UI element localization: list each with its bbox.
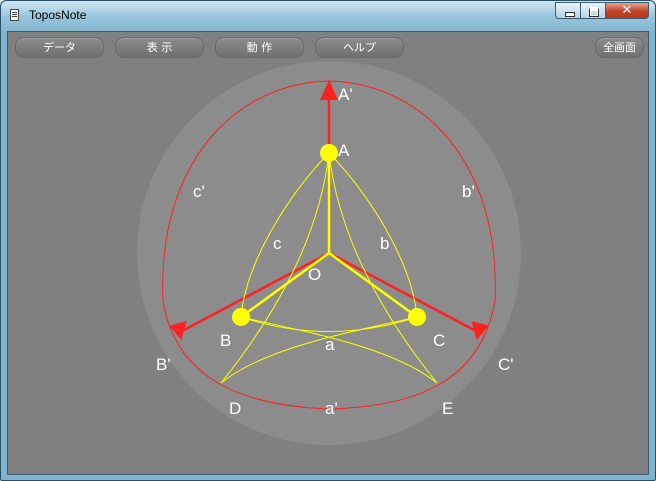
canvas-area[interactable]: データ 表 示 動 作 ヘルプ 全画面 A' A O c b B C a B' …	[7, 31, 649, 475]
window-title: ToposNote	[29, 8, 87, 22]
point-b[interactable]	[232, 308, 250, 326]
close-button[interactable]: ✕	[605, 2, 649, 19]
label-d: D	[229, 399, 241, 418]
label-a-edge: a	[325, 335, 335, 354]
window-controls: ✕	[555, 2, 649, 19]
point-a[interactable]	[320, 144, 338, 162]
label-c: c	[273, 234, 282, 253]
app-window: ToposNote ✕ データ 表 示 動 作 ヘルプ 全画面 A' A O c…	[0, 0, 656, 481]
minimize-button[interactable]	[555, 2, 581, 19]
maximize-icon	[581, 3, 605, 18]
label-b: b	[380, 234, 389, 253]
title-bar[interactable]: ToposNote ✕	[1, 1, 655, 31]
minimize-icon	[556, 3, 580, 18]
label-a: A	[338, 141, 350, 160]
label-b-prime-arc: b'	[462, 182, 475, 201]
label-a-prime-arc: a'	[325, 399, 338, 418]
label-c-vertex: C	[433, 331, 445, 350]
label-c-prime: C'	[498, 355, 514, 374]
maximize-button[interactable]	[580, 2, 606, 19]
label-e: E	[442, 399, 453, 418]
label-a-prime: A'	[338, 85, 353, 104]
sphere-diagram: A' A O c b B C a B' C' c' b' D a' E	[137, 61, 521, 445]
label-b-prime: B'	[156, 355, 171, 374]
close-icon: ✕	[621, 3, 633, 18]
label-c-prime-arc: c'	[193, 182, 205, 201]
label-b-vertex: B	[220, 331, 231, 350]
point-c[interactable]	[408, 308, 426, 326]
app-icon	[10, 9, 19, 21]
label-o: O	[308, 265, 321, 284]
